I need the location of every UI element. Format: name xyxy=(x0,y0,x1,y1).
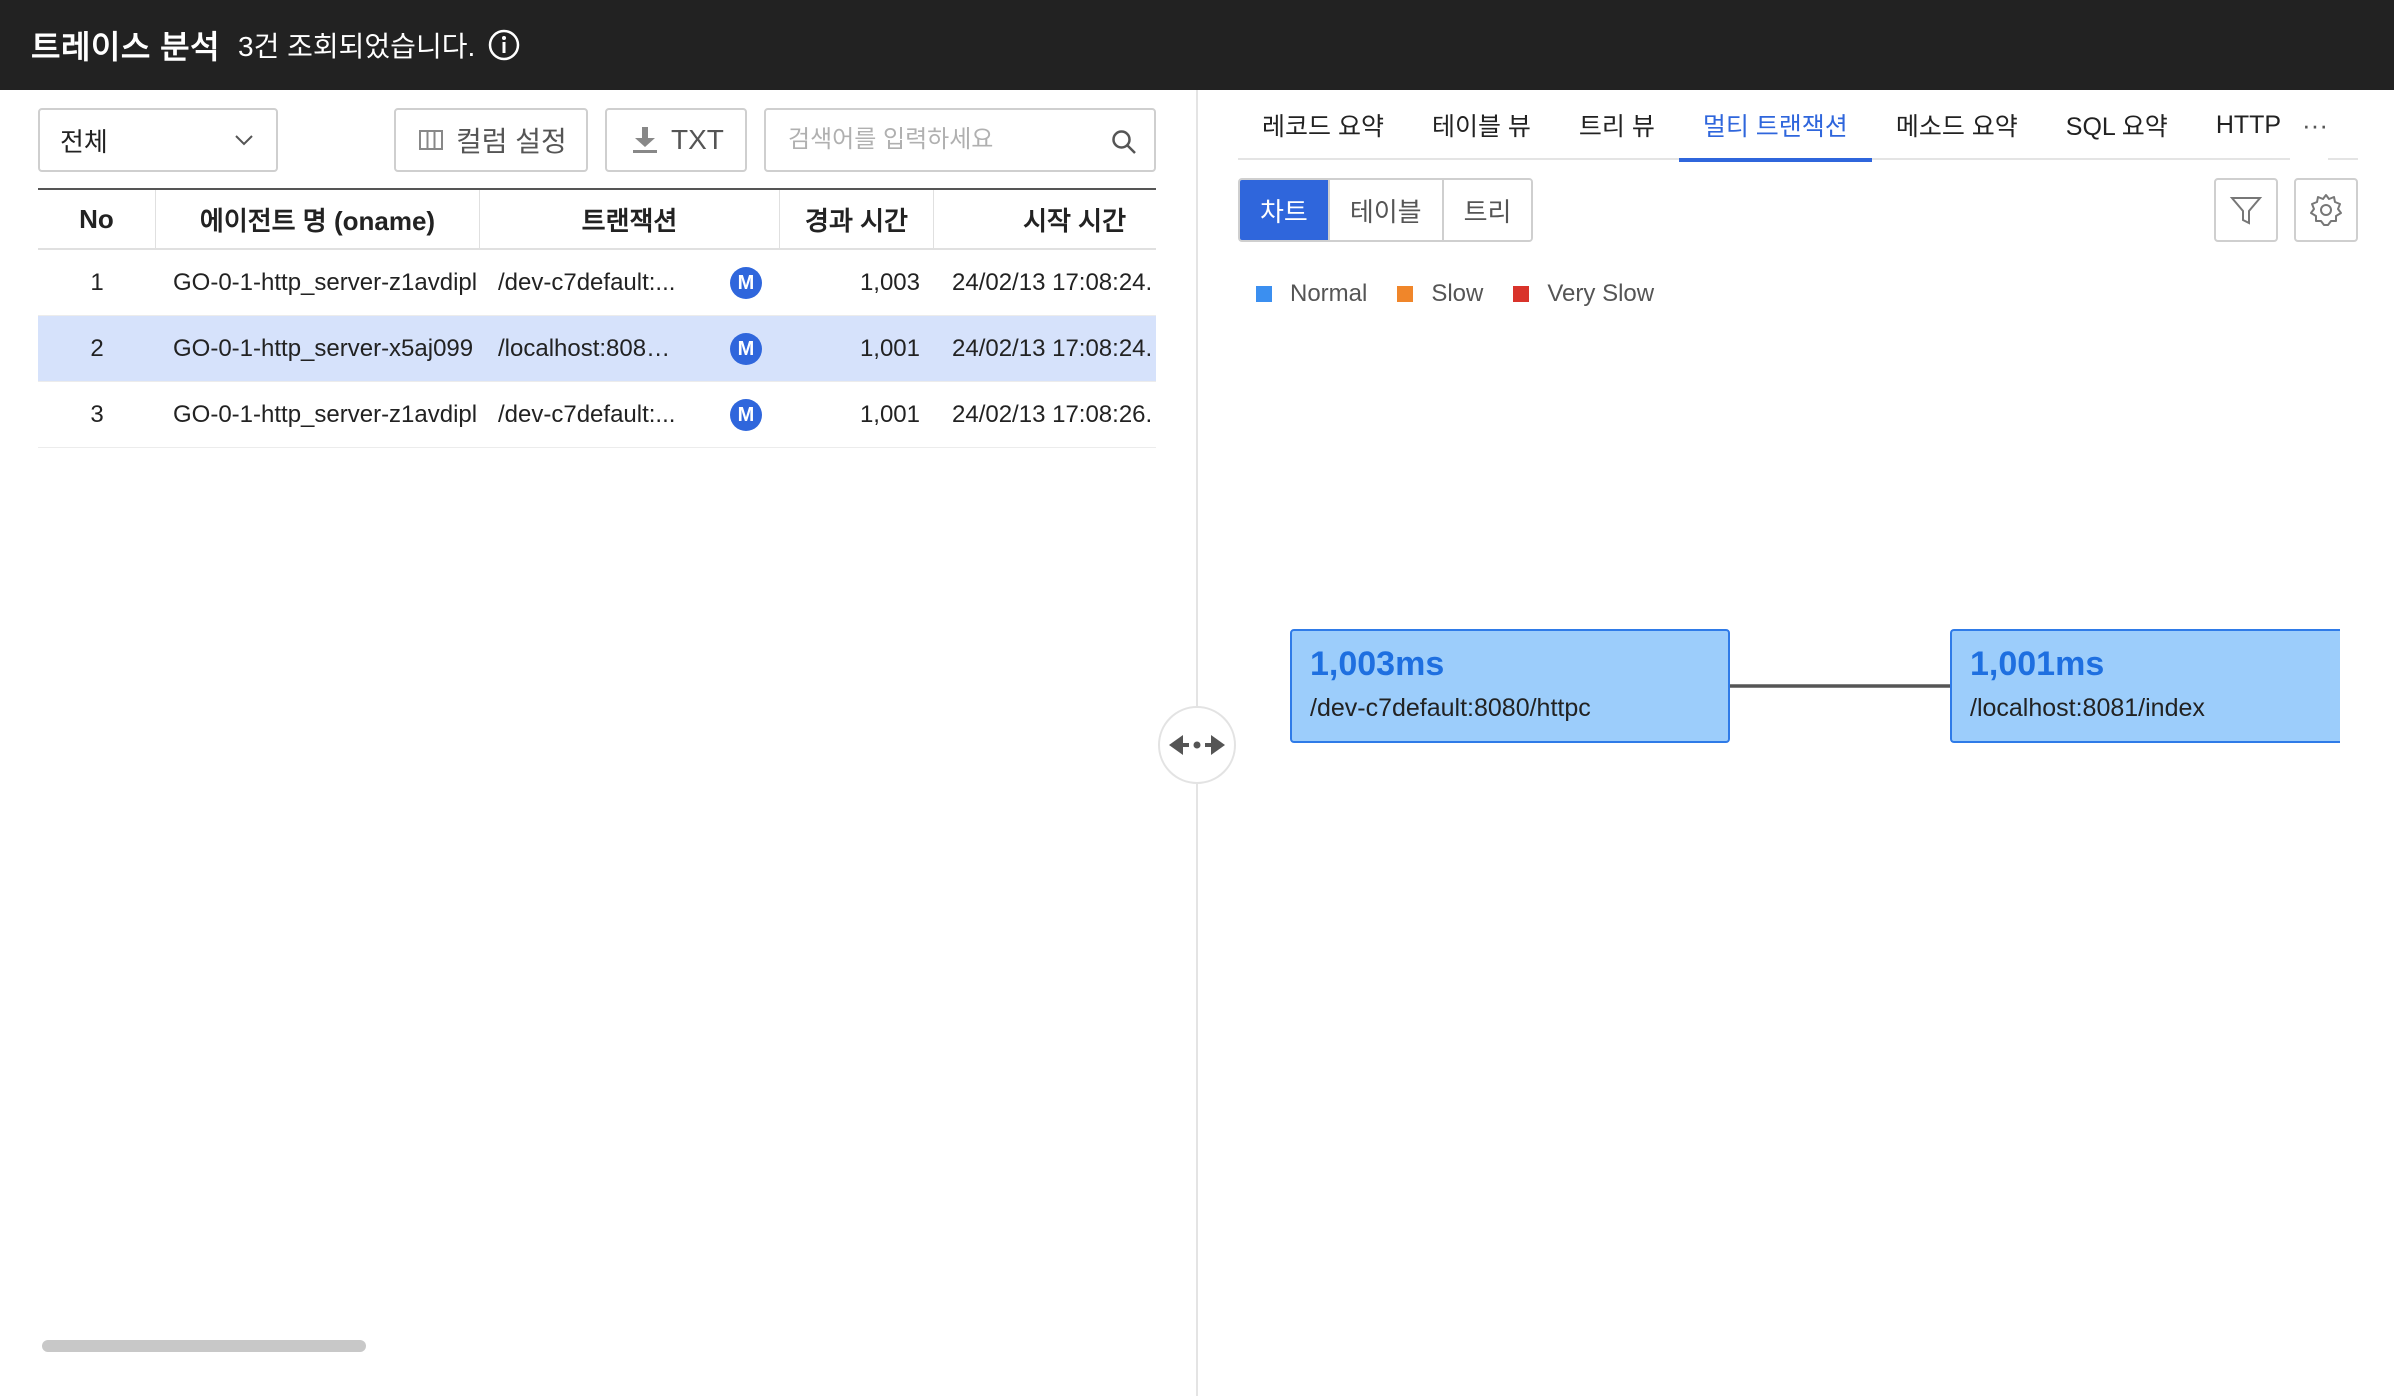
cell-transaction: /dev-c7default:... M xyxy=(480,250,780,315)
view-mode-chart[interactable]: 차트 xyxy=(1240,180,1330,240)
view-mode-toggle: 차트 테이블 트리 xyxy=(1238,178,1534,242)
export-txt-label: TXT xyxy=(671,124,724,155)
search-box xyxy=(764,108,1156,172)
flow-node-1[interactable]: 1,003ms /dev-c7default:8080/httpc xyxy=(1290,629,1730,743)
tab-http-call[interactable]: HTTP Ca xyxy=(2192,90,2288,160)
multi-transaction-badge[interactable]: M xyxy=(730,333,762,365)
node-elapsed: 1,003ms xyxy=(1310,645,1445,683)
detail-panel: 레코드 요약 테이블 뷰 트리 뷰 멀티 트랜잭션 메소드 요약 SQL 요약 … xyxy=(1198,90,2394,1396)
transaction-text[interactable]: /dev-c7default:... xyxy=(498,269,678,297)
detail-tabs: 레코드 요약 테이블 뷰 트리 뷰 멀티 트랜잭션 메소드 요약 SQL 요약 … xyxy=(1238,90,2358,162)
gear-icon xyxy=(2310,194,2342,226)
transaction-text[interactable]: /localhost:8081... xyxy=(498,335,678,363)
table-row[interactable]: 3 GO-0-1-http_server-z1avdipl /dev-c7def… xyxy=(38,382,1156,448)
legend-swatch-normal xyxy=(1256,286,1272,302)
node-elapsed: 1,001ms xyxy=(1970,645,2105,683)
column-header-start[interactable]: 시작 시간 xyxy=(934,190,1156,248)
app-header: 트레이스 분석 3건 조회되었습니다. xyxy=(0,0,2394,90)
tab-tree-view[interactable]: 트리 뷰 xyxy=(1555,90,1679,160)
trace-list-panel: 전체 컬럼 설정 TXT No 에이전트 명 (oname) 트랜잭션 경과 시… xyxy=(0,90,1196,1396)
columns-icon xyxy=(419,130,443,150)
cell-no: 1 xyxy=(90,268,104,296)
cell-elapsed: 1,001 xyxy=(859,400,920,428)
more-tabs-button[interactable]: ··· xyxy=(2290,90,2328,160)
column-settings-label: 컬럼 설정 xyxy=(456,126,567,157)
info-icon[interactable] xyxy=(487,28,521,62)
table-row-selected[interactable]: 2 GO-0-1-http_server-x5aj099 /localhost:… xyxy=(38,316,1156,382)
cell-no: 3 xyxy=(90,400,104,428)
legend-item-very-slow[interactable]: Very Slow xyxy=(1513,280,1654,308)
chevron-down-icon xyxy=(235,135,253,146)
legend-label: Slow xyxy=(1431,280,1484,307)
export-txt-button[interactable]: TXT xyxy=(605,108,747,172)
panel-resize-handle[interactable] xyxy=(1158,706,1236,784)
search-input[interactable] xyxy=(788,126,1108,154)
horizontal-scrollbar[interactable] xyxy=(42,1340,366,1352)
settings-button[interactable] xyxy=(2294,178,2358,242)
view-mode-tree[interactable]: 트리 xyxy=(1443,180,1532,240)
multi-transaction-badge[interactable]: M xyxy=(730,267,762,299)
download-icon xyxy=(633,127,657,153)
node-path: /localhost:8081/index xyxy=(1970,694,2205,722)
cell-agent: GO-0-1-http_server-x5aj099 xyxy=(173,334,474,362)
legend-swatch-very-slow xyxy=(1513,286,1530,302)
legend-item-normal[interactable]: Normal xyxy=(1256,280,1367,308)
column-header-transaction[interactable]: 트랜잭션 xyxy=(480,190,780,248)
search-icon[interactable] xyxy=(1110,128,1138,156)
node-path: /dev-c7default:8080/httpc xyxy=(1310,694,1591,722)
cell-elapsed: 1,003 xyxy=(859,268,920,296)
cell-transaction: /dev-c7default:... M xyxy=(480,382,780,447)
cell-agent: GO-0-1-http_server-z1avdipl xyxy=(173,400,478,428)
tab-table-view[interactable]: 테이블 뷰 xyxy=(1408,90,1555,160)
legend-swatch-slow xyxy=(1397,286,1414,302)
filter-button[interactable] xyxy=(2214,178,2278,242)
tab-method-summary[interactable]: 메소드 요약 xyxy=(1872,90,2042,160)
transaction-text[interactable]: /dev-c7default:... xyxy=(498,401,678,429)
view-mode-table[interactable]: 테이블 xyxy=(1329,180,1444,240)
resize-arrows-icon xyxy=(1169,735,1225,755)
result-count: 3건 조회되었습니다. xyxy=(238,31,476,62)
cell-start-time: 24/02/13 17:08:26. xyxy=(952,400,1153,428)
column-header-elapsed[interactable]: 경과 시간 xyxy=(780,190,934,248)
tab-record-summary[interactable]: 레코드 요약 xyxy=(1238,90,1408,160)
trace-table: No 에이전트 명 (oname) 트랜잭션 경과 시간 시작 시간 1 GO-… xyxy=(38,188,1156,448)
cell-agent: GO-0-1-http_server-z1avdipl xyxy=(173,268,478,296)
filter-select[interactable]: 전체 xyxy=(38,108,278,172)
column-header-no[interactable]: No xyxy=(38,190,156,248)
cell-transaction: /localhost:8081... M xyxy=(480,316,780,381)
cell-no: 2 xyxy=(90,334,104,362)
cell-start-time: 24/02/13 17:08:24. xyxy=(952,334,1153,362)
page-title: 트레이스 분석 xyxy=(31,29,221,65)
legend-label: Normal xyxy=(1290,280,1368,307)
tab-sql-summary[interactable]: SQL 요약 xyxy=(2042,90,2192,160)
multi-transaction-badge[interactable]: M xyxy=(730,399,762,431)
table-header: No 에이전트 명 (oname) 트랜잭션 경과 시간 시작 시간 xyxy=(38,188,1156,250)
flow-node-2[interactable]: 1,001ms /localhost:8081/index xyxy=(1950,629,2340,743)
filter-icon xyxy=(2229,197,2263,225)
column-header-agent[interactable]: 에이전트 명 (oname) xyxy=(156,190,480,248)
cell-start-time: 24/02/13 17:08:24. xyxy=(952,268,1153,296)
filter-select-value: 전체 xyxy=(60,126,108,157)
table-row[interactable]: 1 GO-0-1-http_server-z1avdipl /dev-c7def… xyxy=(38,250,1156,316)
legend-label: Very Slow xyxy=(1547,280,1655,307)
legend-item-slow[interactable]: Slow xyxy=(1397,280,1483,308)
cell-elapsed: 1,001 xyxy=(859,334,920,362)
column-settings-button[interactable]: 컬럼 설정 xyxy=(394,108,588,172)
tab-multi-transaction[interactable]: 멀티 트랜잭션 xyxy=(1678,90,1872,162)
chart-legend: Normal Slow Very Slow xyxy=(1256,280,1684,308)
